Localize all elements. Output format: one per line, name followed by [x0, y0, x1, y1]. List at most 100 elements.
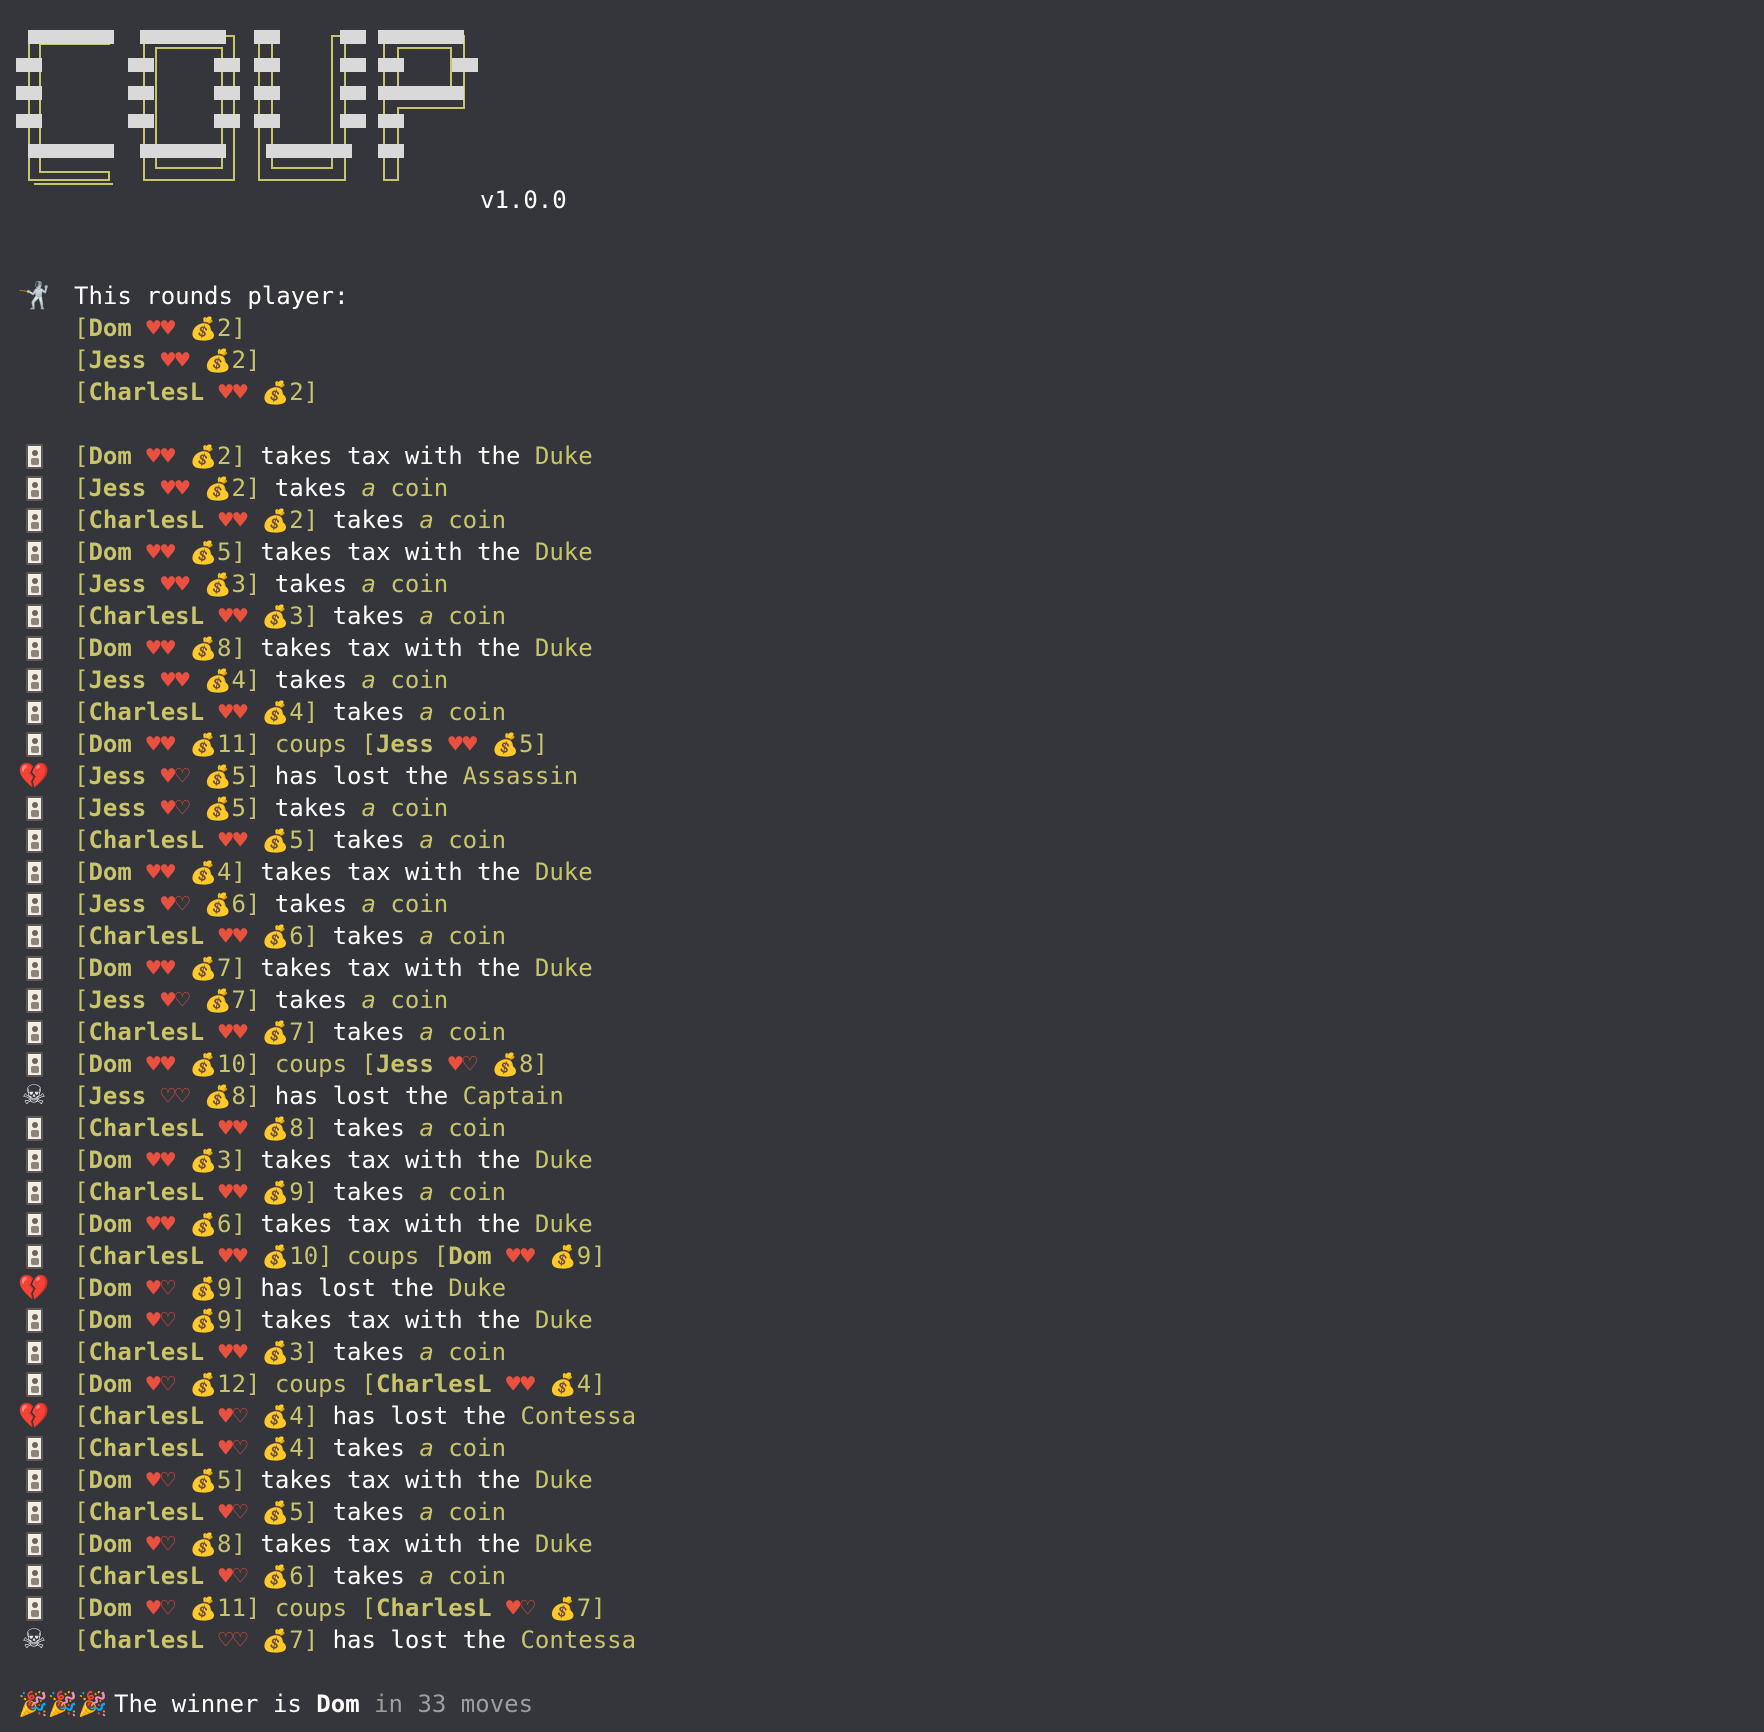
money-bag-icon: 💰 [204, 349, 232, 374]
round-player: [CharlesL ♥♥ 💰2] [0, 376, 1764, 408]
bracket: [ [74, 826, 89, 854]
money-bag-icon: 💰 [204, 477, 232, 502]
card-icon [25, 1147, 43, 1173]
money-bag-icon: 💰 [261, 1117, 290, 1142]
player-name: CharlesL [88, 698, 205, 726]
log-entry: [CharlesL ♥♥ 💰10] coups [Dom ♥♥ 💰9] [0, 1240, 1764, 1272]
version-label: v1.0.0 [480, 186, 567, 214]
action-text: has lost the [245, 1274, 449, 1302]
winner-suffix: in 33 moves [359, 1690, 534, 1718]
log-entry: [Jess ♥♡ 💰6] takes a coin [0, 888, 1764, 920]
money-bag-icon: 💰 [189, 1373, 218, 1398]
money-bag-icon: 💰 [204, 765, 232, 790]
lives-hearts: ♥♡ [131, 1530, 190, 1558]
card-icon [25, 1467, 43, 1493]
lives-hearts: ♥♥ [131, 314, 190, 342]
card-icon [25, 1339, 43, 1365]
lives-hearts: ♥♥ [204, 1338, 262, 1366]
party-popper-icon: 🎉🎉🎉 [18, 1690, 108, 1718]
card-icon-wrap [18, 952, 50, 984]
coin-count: 9] [217, 1306, 246, 1334]
action-text: coups [260, 730, 362, 758]
lives-hearts: ♥♥ [433, 730, 492, 758]
card-icon [25, 1243, 43, 1269]
player-name: Dom [448, 1242, 492, 1270]
action-text: takes tax with the [245, 538, 535, 566]
player-name: CharlesL [375, 1594, 492, 1622]
card-icon-wrap [18, 1208, 50, 1240]
log-entry: [Dom ♥♥ 💰8] takes tax with the Duke [0, 632, 1764, 664]
coin-count: 7] [576, 1594, 606, 1622]
lives-hearts: ♥♡ [131, 1274, 190, 1302]
player-name: Dom [88, 1210, 132, 1238]
broken-heart-icon: 💔 [18, 761, 50, 790]
money-bag-icon: 💰 [261, 1437, 290, 1462]
action-text: takes [318, 922, 420, 950]
log-entry: [Dom ♥♥ 💰5] takes tax with the Duke [0, 536, 1764, 568]
money-bag-icon: 💰 [204, 989, 232, 1014]
card-icon [25, 1307, 43, 1333]
coin-count: 2] [289, 506, 319, 534]
lives-hearts: ♥♡ [204, 1562, 262, 1590]
player-name: Dom [88, 1146, 132, 1174]
bracket: [ [74, 1626, 89, 1654]
lives-hearts: ♥♡ [131, 1594, 190, 1622]
bracket: [ [74, 890, 89, 918]
action-text: takes tax with the [245, 1306, 535, 1334]
coin-count: 7] [231, 986, 261, 1014]
player-name: Dom [88, 634, 132, 662]
target-text: coin [375, 474, 449, 502]
card-icon-wrap [18, 984, 50, 1016]
card-icon [25, 443, 43, 469]
lives-hearts: ♥♡ [131, 1370, 190, 1398]
player-name: Dom [88, 314, 132, 342]
player-name: Dom [88, 1594, 132, 1622]
lives-hearts: ♡♡ [204, 1626, 262, 1654]
card-name: Duke [534, 1306, 593, 1334]
card-icon-wrap [18, 1528, 50, 1560]
target-article: a [419, 1562, 434, 1590]
bracket: [ [74, 666, 89, 694]
coin-count: 2] [231, 474, 261, 502]
round-title: This rounds player: [74, 282, 349, 310]
card-icon-wrap [18, 440, 50, 472]
player-name: Jess [88, 762, 147, 790]
target-article: a [419, 826, 434, 854]
card-icon [25, 539, 43, 565]
card-icon [25, 891, 43, 917]
log-entry: [Dom ♥♡ 💰5] takes tax with the Duke [0, 1464, 1764, 1496]
player-name: Jess [88, 794, 147, 822]
target-article: a [419, 1434, 434, 1462]
action-text: takes tax with the [245, 1146, 535, 1174]
card-icon [25, 1435, 43, 1461]
lives-hearts: ♥♡ [146, 762, 205, 790]
player-name: CharlesL [88, 1178, 205, 1206]
log-entry: [Dom ♥♥ 💰7] takes tax with the Duke [0, 952, 1764, 984]
action-text: takes tax with the [245, 954, 535, 982]
bracket: [ [74, 922, 89, 950]
bracket: [ [74, 986, 89, 1014]
coin-count: 5] [231, 794, 261, 822]
action-text: takes [318, 506, 420, 534]
lives-hearts: ♥♥ [131, 1210, 190, 1238]
coin-count: 7] [289, 1018, 319, 1046]
coin-count: 11] [217, 1594, 261, 1622]
action-text: takes [318, 1498, 420, 1526]
lives-hearts: ♥♡ [146, 986, 205, 1014]
player-name: CharlesL [88, 1434, 205, 1462]
card-icon-wrap [18, 696, 50, 728]
lives-hearts: ♥♥ [146, 666, 205, 694]
log-entry: 💔 [CharlesL ♥♡ 💰4] has lost the Contessa [0, 1400, 1764, 1432]
money-bag-icon: 💰 [189, 733, 218, 758]
money-bag-icon: 💰 [261, 1021, 290, 1046]
money-bag-icon: 💰 [261, 1245, 290, 1270]
log-entry: [Jess ♥♥ 💰4] takes a coin [0, 664, 1764, 696]
bracket: [ [74, 1434, 89, 1462]
winner-name: Dom [316, 1690, 360, 1718]
money-bag-icon: 💰 [549, 1373, 577, 1398]
coin-count: 7] [217, 954, 246, 982]
card-icon-wrap [18, 920, 50, 952]
bracket: [ [433, 1242, 449, 1270]
log-entry: [CharlesL ♥♡ 💰5] takes a coin [0, 1496, 1764, 1528]
